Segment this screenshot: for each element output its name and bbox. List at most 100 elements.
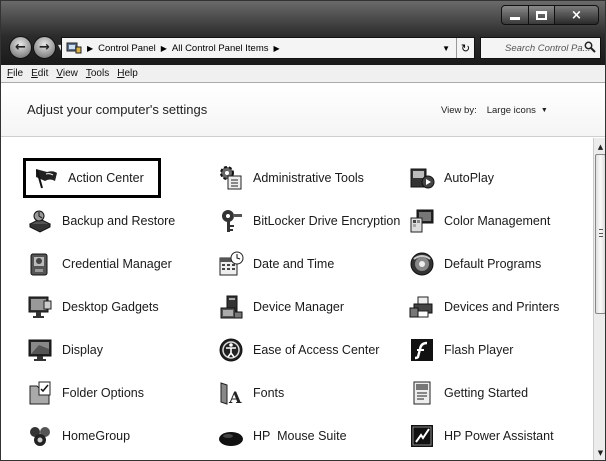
homegroup-icon [26,422,54,450]
item-label: Devices and Printers [444,300,560,314]
item-devices-and-printers[interactable]: Devices and Printers [408,287,559,327]
address-actions: ▼ ↻ [442,38,474,58]
item-default-programs[interactable]: Default Programs [408,244,541,284]
back-arrow-icon: ← [15,40,26,55]
item-homegroup[interactable]: HomeGroup [26,416,130,456]
view-by-dropdown[interactable]: Large icons [487,105,536,116]
breadcrumb-separator-icon[interactable]: ▶ [87,44,93,53]
item-hp-mouse-suite[interactable]: HP Mouse Suite [217,416,347,456]
breadcrumb-separator-icon[interactable]: ▶ [161,44,167,53]
minimize-button[interactable] [501,5,529,25]
item-autoplay[interactable]: AutoPlay [408,158,494,198]
menu-view[interactable]: View [56,68,78,79]
item-color-management[interactable]: Color Management [408,201,550,241]
scroll-up-icon[interactable]: ▲ [594,140,605,154]
item-action-center[interactable]: Action Center [23,158,161,198]
search-placeholder: Search Control Pa... [505,42,591,54]
forward-arrow-icon: → [39,40,50,55]
scrollbar-thumb[interactable] [595,154,605,314]
view-by-control: View by: Large icons ▼ [441,105,548,116]
item-flash-player[interactable]: Flash Player [408,330,513,370]
item-label: Desktop Gadgets [62,300,159,314]
chevron-down-icon[interactable]: ▼ [541,107,548,114]
menu-tools[interactable]: Tools [86,68,109,79]
item-display[interactable]: Display [26,330,103,370]
svg-text:A: A [228,388,242,406]
item-label: HP Mouse Suite [253,429,347,443]
item-backup-and-restore[interactable]: Backup and Restore [26,201,175,241]
getting-started-icon [408,379,436,407]
fonts-icon: A [217,379,245,407]
item-label: Administrative Tools [253,171,364,185]
close-icon: × [571,7,582,23]
breadcrumb-separator-icon[interactable]: ▶ [274,44,280,53]
search-input[interactable]: Search Control Pa... [480,37,601,59]
maximize-button[interactable] [529,5,555,25]
scroll-down-icon[interactable]: ▼ [594,446,605,460]
item-label: Fonts [253,386,285,400]
title-bar: × ← → ▼ ▶ Control Panel ▶ All Control Pa… [1,1,605,65]
color-management-icon [408,207,436,235]
menu-help[interactable]: Help [117,68,138,79]
item-label: Credential Manager [62,257,172,271]
item-hp-power-assistant[interactable]: HP Power Assistant [408,416,554,456]
item-date-and-time[interactable]: Date and Time [217,244,334,284]
credential-icon [26,250,54,278]
item-desktop-gadgets[interactable]: Desktop Gadgets [26,287,159,327]
menu-edit[interactable]: Edit [31,68,48,79]
caption-buttons: × [501,5,599,25]
page-header: Adjust your computer's settings View by:… [1,84,605,137]
item-credential-manager[interactable]: Credential Manager [26,244,172,284]
item-getting-started[interactable]: Getting Started [408,373,528,413]
item-ease-of-access-center[interactable]: Ease of Access Center [217,330,379,370]
autoplay-icon [408,164,436,192]
menu-bar: File Edit View Tools Help [1,65,605,83]
back-button[interactable]: ← [9,36,32,59]
power-assistant-icon [408,422,436,450]
minimize-icon [510,17,520,20]
forward-button[interactable]: → [33,36,56,59]
flash-icon [408,336,436,364]
page-title: Adjust your computer's settings [27,102,208,117]
item-label: Date and Time [253,257,335,271]
address-dropdown-icon[interactable]: ▼ [442,44,450,53]
address-bar[interactable]: ▶ Control Panel ▶ All Control Panel Item… [61,37,475,59]
default-programs-icon [408,250,436,278]
item-label: Action Center [68,171,144,185]
calendar-clock-icon [217,250,245,278]
control-panel-icon [66,42,82,54]
item-label: HP Power Assistant [444,429,554,443]
menu-file[interactable]: File [7,68,23,79]
item-label: Backup and Restore [62,214,176,228]
flag-icon [32,164,60,192]
vertical-scrollbar[interactable]: ▲ ▼ [593,138,605,460]
item-label: Color Management [444,214,551,228]
breadcrumb-control-panel[interactable]: Control Panel [98,43,156,54]
device-manager-icon [217,293,245,321]
item-label: Default Programs [444,257,542,271]
item-administrative-tools[interactable]: Administrative Tools [217,158,364,198]
item-label: Display [62,343,103,357]
folder-options-icon [26,379,54,407]
control-panel-items: Action Center Administrative Tools AutoP… [1,138,593,460]
refresh-icon[interactable]: ↻ [456,38,474,58]
breadcrumb-all-items[interactable]: All Control Panel Items [172,43,269,54]
item-label: Flash Player [444,343,514,357]
item-bitlocker-drive-encryption[interactable]: BitLocker Drive Encryption [217,201,400,241]
item-label: BitLocker Drive Encryption [253,214,401,228]
item-device-manager[interactable]: Device Manager [217,287,344,327]
key-icon [217,207,245,235]
printer-icon [408,293,436,321]
item-label: Device Manager [253,300,345,314]
item-fonts[interactable]: A Fonts [217,373,284,413]
backup-icon [26,207,54,235]
item-label: Getting Started [444,386,529,400]
item-label: Ease of Access Center [253,343,380,357]
control-panel-window: × ← → ▼ ▶ Control Panel ▶ All Control Pa… [0,0,606,461]
item-folder-options[interactable]: Folder Options [26,373,144,413]
maximize-icon [536,10,547,20]
close-button[interactable]: × [555,5,599,25]
item-label: HomeGroup [62,429,131,443]
monitor-icon [26,336,54,364]
search-icon[interactable] [584,41,596,53]
